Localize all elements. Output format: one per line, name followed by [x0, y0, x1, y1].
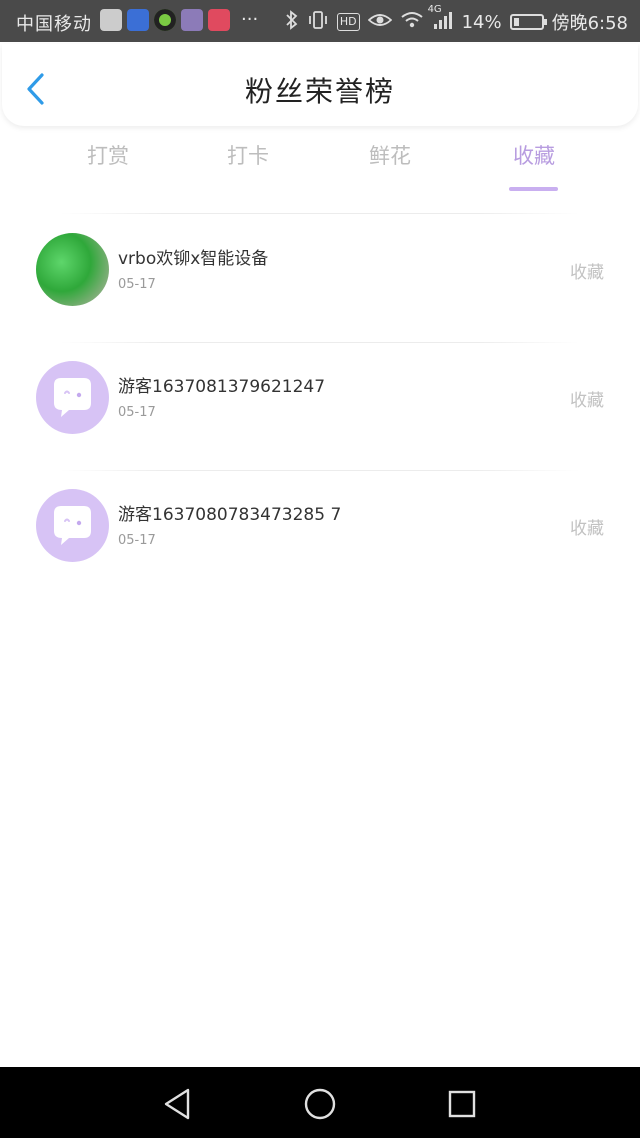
avatar[interactable] [36, 233, 109, 306]
list-item[interactable]: 游客1637081379621247 05-17 收藏 [0, 342, 640, 470]
eye-icon [367, 11, 392, 34]
carrier-label: 中国移动 [16, 14, 92, 35]
vibrate-icon [307, 10, 329, 35]
user-name: 游客1637081379621247 [118, 377, 326, 397]
item-date: 05-17 [118, 405, 156, 420]
clock: 傍晚6:58 [551, 13, 628, 34]
list-item[interactable]: 游客1637080783473285 7 05-17 收藏 [0, 470, 640, 598]
avatar-app-icon [181, 9, 203, 31]
status-bar: 中国移动 ··· HD 4G 14% 傍晚6:58 [0, 0, 640, 42]
list-item[interactable]: vrbo欢铆x智能设备 05-17 收藏 [0, 214, 640, 342]
system-nav-bar [0, 1067, 640, 1138]
wifi-icon [400, 11, 424, 34]
network-type-label: 4G [427, 3, 442, 15]
chat-bubble-icon [54, 378, 91, 417]
chat-bubble-icon [54, 506, 91, 545]
tab-reward[interactable]: 打赏 [48, 140, 168, 170]
system-indicators: HD 4G 14% 傍晚6:58 [285, 4, 628, 35]
notification-icons: ··· [100, 9, 258, 31]
bluetooth-icon [285, 9, 299, 35]
battery-percent: 14% [461, 11, 502, 33]
favorite-label: 收藏 [570, 263, 604, 283]
user-name: 游客1637080783473285 7 [118, 505, 342, 525]
nav-home-button[interactable] [300, 1084, 340, 1124]
header-bar: 粉丝荣誉榜 [2, 44, 638, 126]
square-recents-icon [448, 1090, 476, 1118]
link-app-icon [208, 9, 230, 31]
battery-icon [509, 14, 547, 30]
tab-favorites[interactable]: 收藏 [474, 140, 594, 170]
nav-recents-button[interactable] [442, 1084, 482, 1124]
more-notifications-icon: ··· [241, 9, 259, 30]
favorite-label: 收藏 [570, 391, 604, 411]
circle-home-icon [304, 1088, 336, 1120]
tab-flowers[interactable]: 鲜花 [330, 140, 450, 170]
tab-checkin[interactable]: 打卡 [188, 140, 308, 170]
avatar[interactable] [36, 361, 109, 434]
active-tab-indicator [509, 187, 558, 191]
nav-back-button[interactable] [158, 1084, 198, 1124]
green-dot-app-icon [154, 9, 176, 31]
hd-badge: HD [336, 13, 360, 31]
triangle-back-icon [164, 1088, 190, 1120]
signal-icon: 4G [428, 4, 454, 35]
study-app-icon [127, 9, 149, 31]
item-date: 05-17 [118, 533, 156, 548]
page-title: 粉丝荣誉榜 [244, 75, 395, 108]
user-name: vrbo欢铆x智能设备 [118, 249, 269, 269]
favorite-label: 收藏 [570, 519, 604, 539]
activity-app-icon [100, 9, 122, 31]
avatar[interactable] [36, 489, 109, 562]
item-date: 05-17 [118, 277, 156, 292]
